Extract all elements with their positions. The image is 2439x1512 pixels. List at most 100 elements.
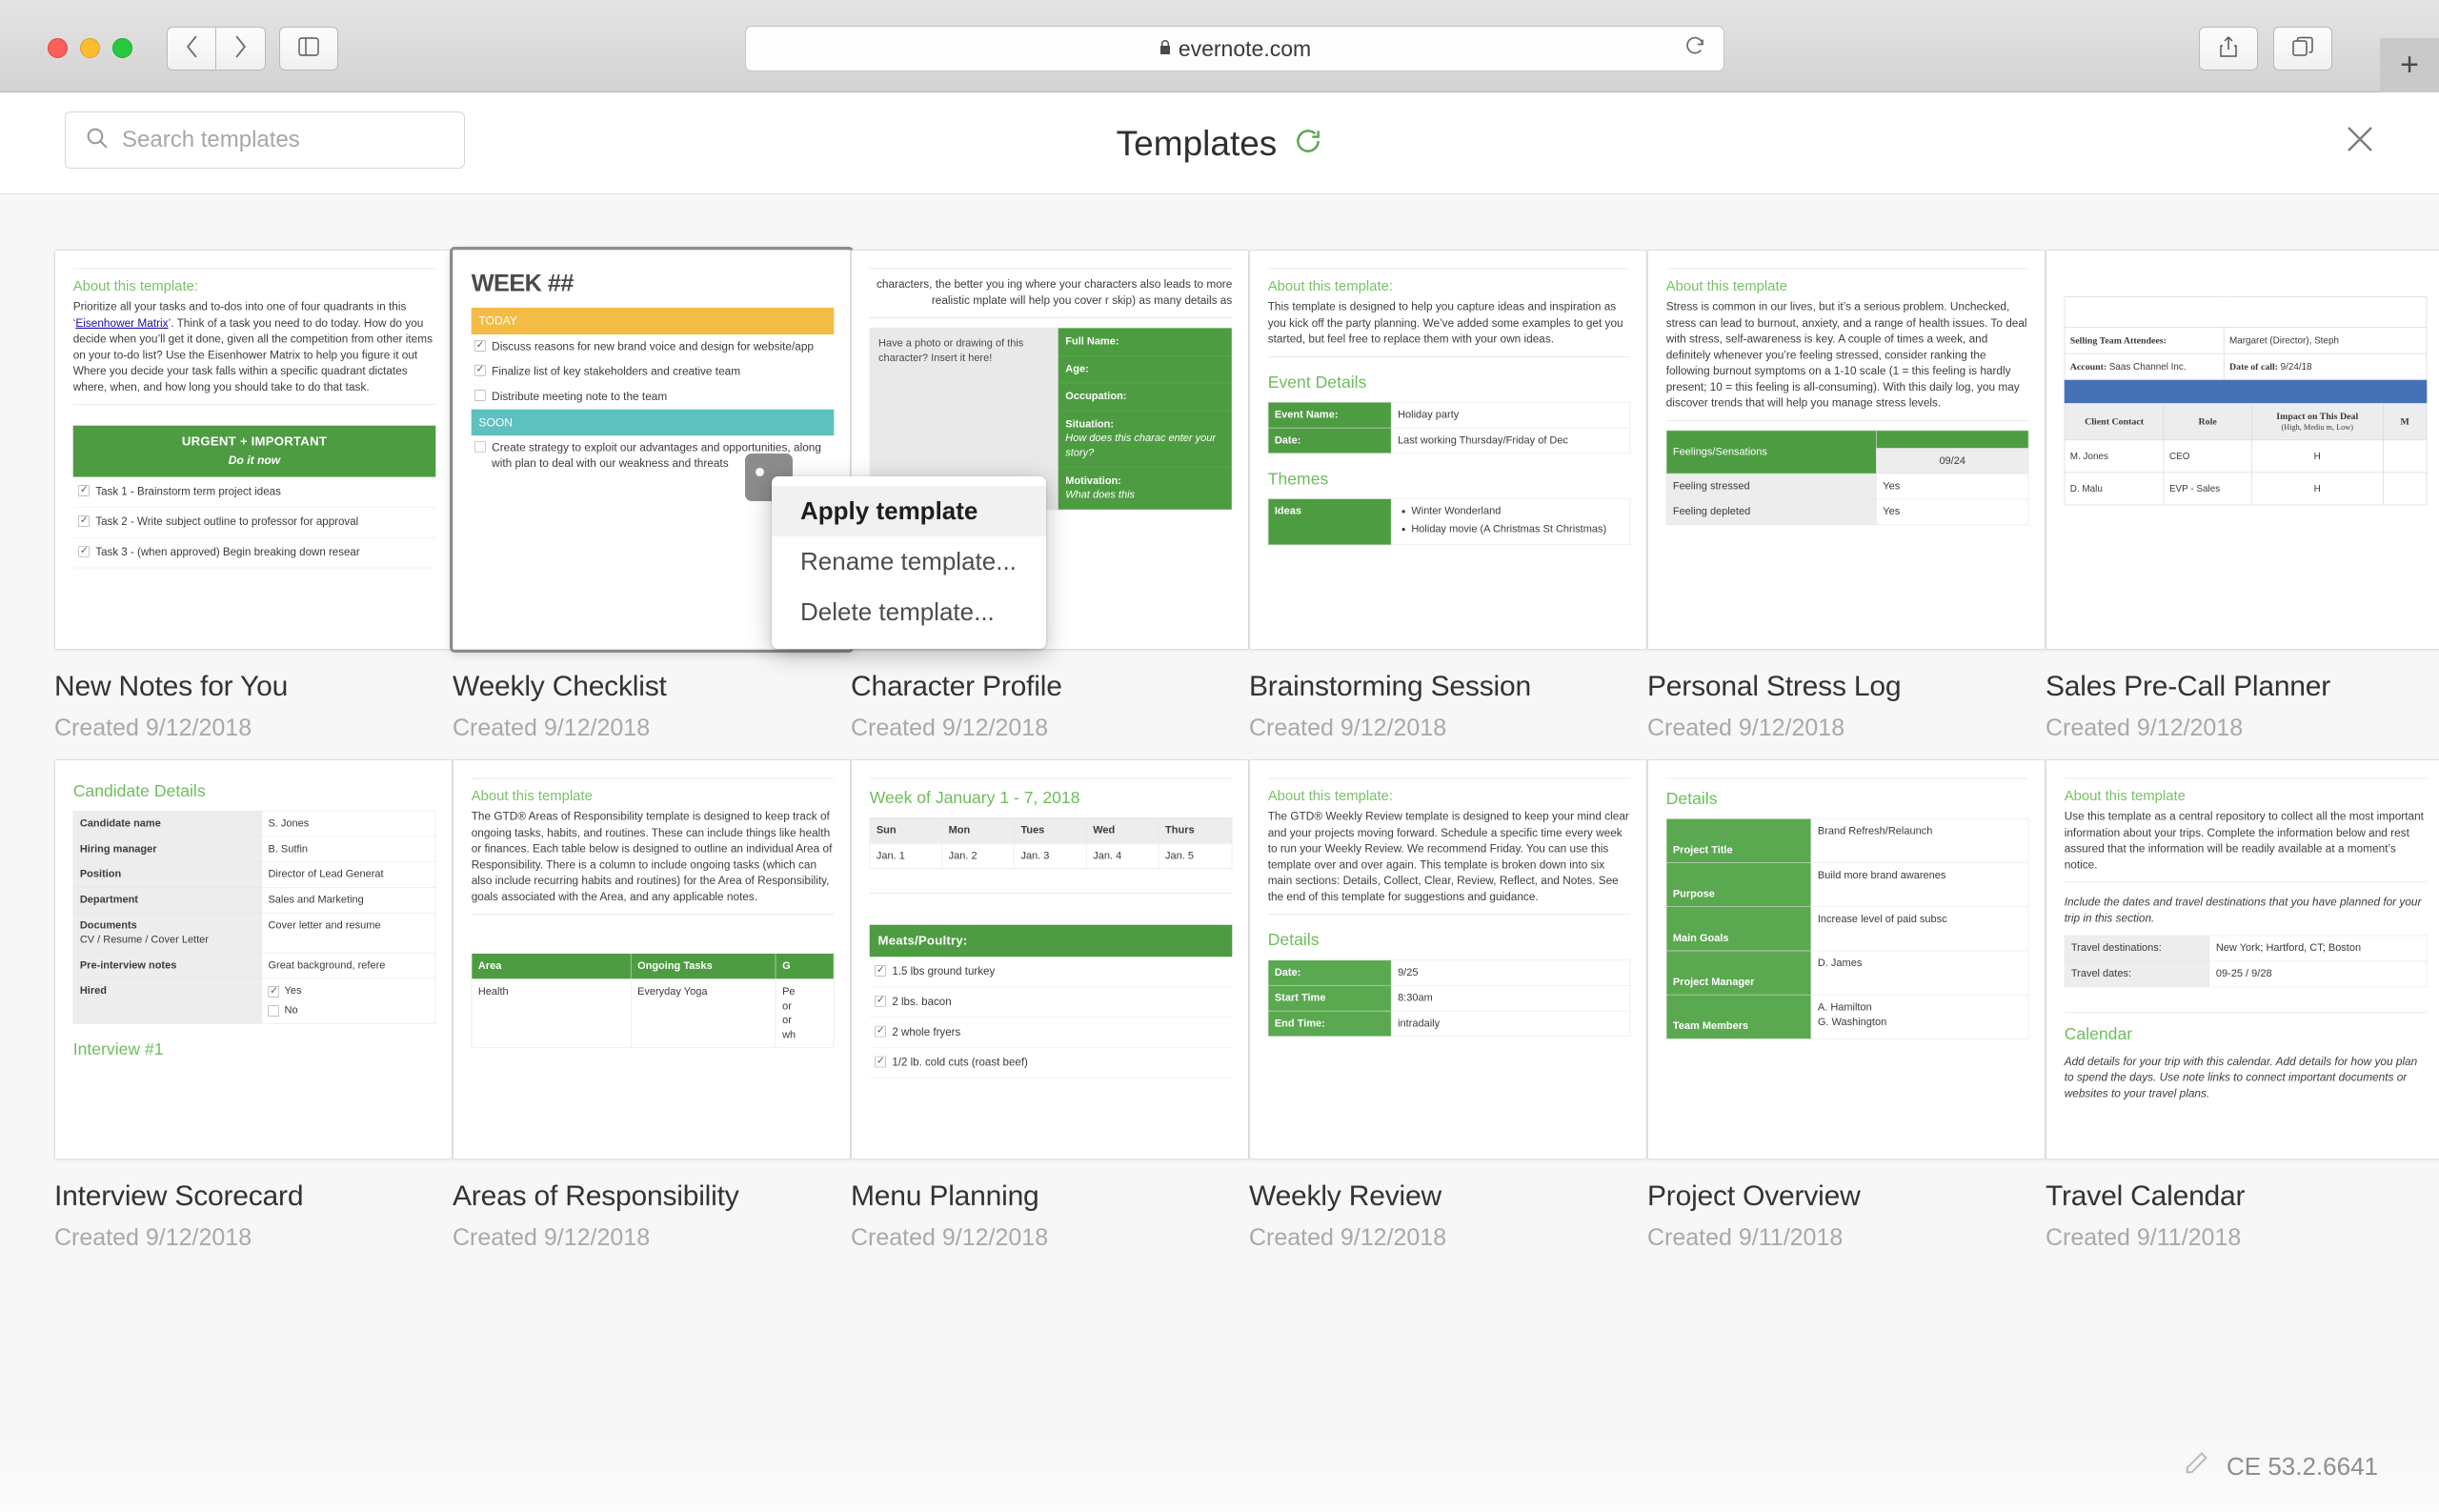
checkbox[interactable] (875, 963, 886, 978)
search-box[interactable] (65, 111, 465, 169)
sales-planner-table: Selling Team Attendees: Margaret (Direct… (2064, 296, 2428, 380)
row-value: Brand Refresh/Relaunch (1810, 818, 2029, 863)
new-tab-button[interactable]: + (2380, 38, 2439, 92)
task-row[interactable]: Task 1 - Brainstorm term project ideas (72, 476, 436, 508)
forward-button[interactable] (216, 27, 266, 71)
back-button[interactable] (167, 27, 216, 71)
weekly-review-details-table: Date: 9/25 Start Time 8:30am End Time: intrad… (1267, 959, 1631, 1038)
template-card[interactable]: Candidate Details Candidate name S. Jones… (54, 759, 453, 1159)
row-label: Purpose (1665, 862, 1812, 908)
template-card[interactable]: About this template: The GTD® Weekly Rev… (1249, 759, 1647, 1159)
grocery-item[interactable]: 1/2 lb. cold cuts (roast beef) (869, 1048, 1233, 1079)
goals: Pe or or wh (775, 978, 835, 1049)
checkbox[interactable] (875, 994, 886, 1007)
grocery-item[interactable]: 1.5 lbs ground turkey (869, 957, 1233, 988)
task-row[interactable]: Task 2 - Write subject outline to profes… (72, 507, 436, 538)
context-menu-item[interactable]: Apply template (772, 486, 1046, 536)
template-card[interactable]: Selling Team Attendees: Margaret (Direct… (2046, 250, 2439, 650)
checkbox[interactable] (268, 1005, 280, 1018)
client-contacts-table: Client Contact Role Impact on This Deal(… (2064, 402, 2428, 506)
table-row: Travel destinations: New York; Hartford, … (2064, 935, 2428, 962)
template-preview: Details Project Title Brand Refresh/Relau… (1648, 760, 2045, 1039)
search-input[interactable] (122, 127, 445, 153)
close-icon (2343, 122, 2377, 161)
row-label: Feeling stressed (1665, 474, 1877, 500)
section-heading: Candidate Details (72, 781, 206, 800)
template-card[interactable]: Details Project Title Brand Refresh/Relau… (1647, 759, 2046, 1159)
checklist-item[interactable]: Finalize list of key stakeholders and cr… (472, 359, 835, 384)
row-label: Event Name: (1267, 401, 1392, 429)
checkbox[interactable] (474, 390, 486, 401)
minimize-window-button[interactable] (80, 38, 100, 58)
checklist-item[interactable]: Discuss reasons for new brand voice and … (472, 334, 835, 359)
table-row: D. Malu EVP - Sales H (2064, 472, 2428, 506)
grocery-item[interactable]: 2 lbs. bacon (869, 987, 1233, 1018)
templates-header: Templates (0, 92, 2439, 194)
close-window-button[interactable] (48, 38, 68, 58)
row-value: Great background, refere (261, 952, 436, 978)
grocery-item[interactable]: 2 whole fryers (869, 1018, 1233, 1049)
templates-grid-area[interactable]: About this template: Prioritize all your… (0, 194, 2439, 1512)
checkbox[interactable] (474, 441, 486, 453)
template-card[interactable]: About this template The GTD® Areas of Re… (453, 759, 851, 1159)
row-value: Winter Wonderland Holiday movie (A Christ… (1390, 498, 1631, 546)
row-label: Date: (1267, 427, 1392, 454)
contact-impact: H (2250, 439, 2384, 474)
context-menu-item[interactable]: Rename template... (772, 536, 1046, 587)
checkbox[interactable] (474, 363, 486, 376)
day-header: Tues (1014, 817, 1087, 844)
context-menu-item[interactable]: Delete template... (772, 587, 1046, 637)
contact-name: D. Malu (2064, 472, 2165, 506)
template-title: Sales Pre-Call Planner (2046, 671, 2331, 702)
checkbox[interactable] (875, 1055, 886, 1068)
address-bar[interactable]: evernote.com (745, 26, 1724, 71)
template-card[interactable]: About this template Stress is common in … (1647, 250, 2046, 650)
window-traffic-lights (48, 38, 132, 58)
checklist-label: Finalize list of key stakeholders and cr… (492, 365, 741, 378)
task-row[interactable]: Task 3 - (when approved) Begin breaking … (72, 537, 436, 569)
field-hint: How does this charac enter your story? (1065, 433, 1217, 459)
table-row: Position Director of Lead Generat (72, 861, 436, 888)
checklist-item[interactable]: Distribute meeting note to the team (472, 384, 835, 409)
hired-no-option[interactable]: No (268, 1003, 429, 1018)
character-fields: Full Name: Age: Occupation: Situation: How d… (1058, 328, 1232, 510)
checkbox[interactable] (875, 1024, 886, 1038)
list-heading: Meats/Poultry: (869, 924, 1233, 958)
contact-impact: H (2250, 472, 2384, 506)
character-field: Situation: How does this charac enter you… (1058, 411, 1232, 468)
checkbox[interactable] (78, 483, 90, 497)
field-label: Situation: (1065, 417, 1115, 430)
checkbox[interactable] (78, 514, 90, 527)
template-card[interactable]: About this template: Prioritize all your… (54, 250, 453, 650)
about-heading: About this template: (1267, 787, 1393, 804)
row-value: 9/25 (1390, 959, 1631, 986)
eisenhower-matrix-link[interactable]: Eisenhower Matrix (75, 316, 168, 329)
reload-button[interactable] (1683, 35, 1706, 63)
row-label: Start Time (1267, 985, 1392, 1012)
tab-overview-button[interactable] (2273, 27, 2332, 71)
checkbox[interactable] (474, 338, 486, 352)
quadrant-title: URGENT + IMPORTANT (181, 434, 328, 450)
share-button[interactable] (2199, 27, 2258, 71)
sync-icon[interactable] (1294, 127, 1322, 160)
template-preview: WEEK ## TODAY Discuss reasons for new br… (454, 251, 850, 476)
table-row: Documents CV / Resume / Cover Letter Cover… (72, 912, 436, 954)
template-card[interactable]: Week of January 1 - 7, 2018 Sun Mon Tues We… (851, 759, 1249, 1159)
template-preview: Candidate Details Candidate name S. Jones… (55, 760, 452, 1069)
hired-yes-option[interactable]: Yes (268, 983, 429, 998)
row-value: Director of Lead Generat (261, 861, 436, 888)
date-column-header: 09/24 (1876, 448, 2029, 474)
hired-yes-label: Yes (284, 984, 302, 997)
template-card[interactable]: About this template Use this template as… (2046, 759, 2439, 1159)
maximize-window-button[interactable] (112, 38, 132, 58)
table-row: Feeling depleted Yes (1665, 498, 2029, 526)
table-row: Project Title Brand Refresh/Relaunch (1665, 818, 2029, 863)
templates-grid: About this template: Prioritize all your… (54, 247, 2439, 1252)
checkbox[interactable] (268, 984, 280, 998)
checkbox[interactable] (78, 544, 90, 557)
template-card[interactable]: About this template: This template is de… (1249, 250, 1647, 650)
close-templates-button[interactable] (2340, 121, 2380, 161)
template-context-menu[interactable]: Apply template Rename template... Delete… (772, 476, 1046, 649)
show-sidebar-button[interactable] (279, 27, 338, 71)
about-body: This template is designed to help you ca… (1267, 300, 1623, 346)
